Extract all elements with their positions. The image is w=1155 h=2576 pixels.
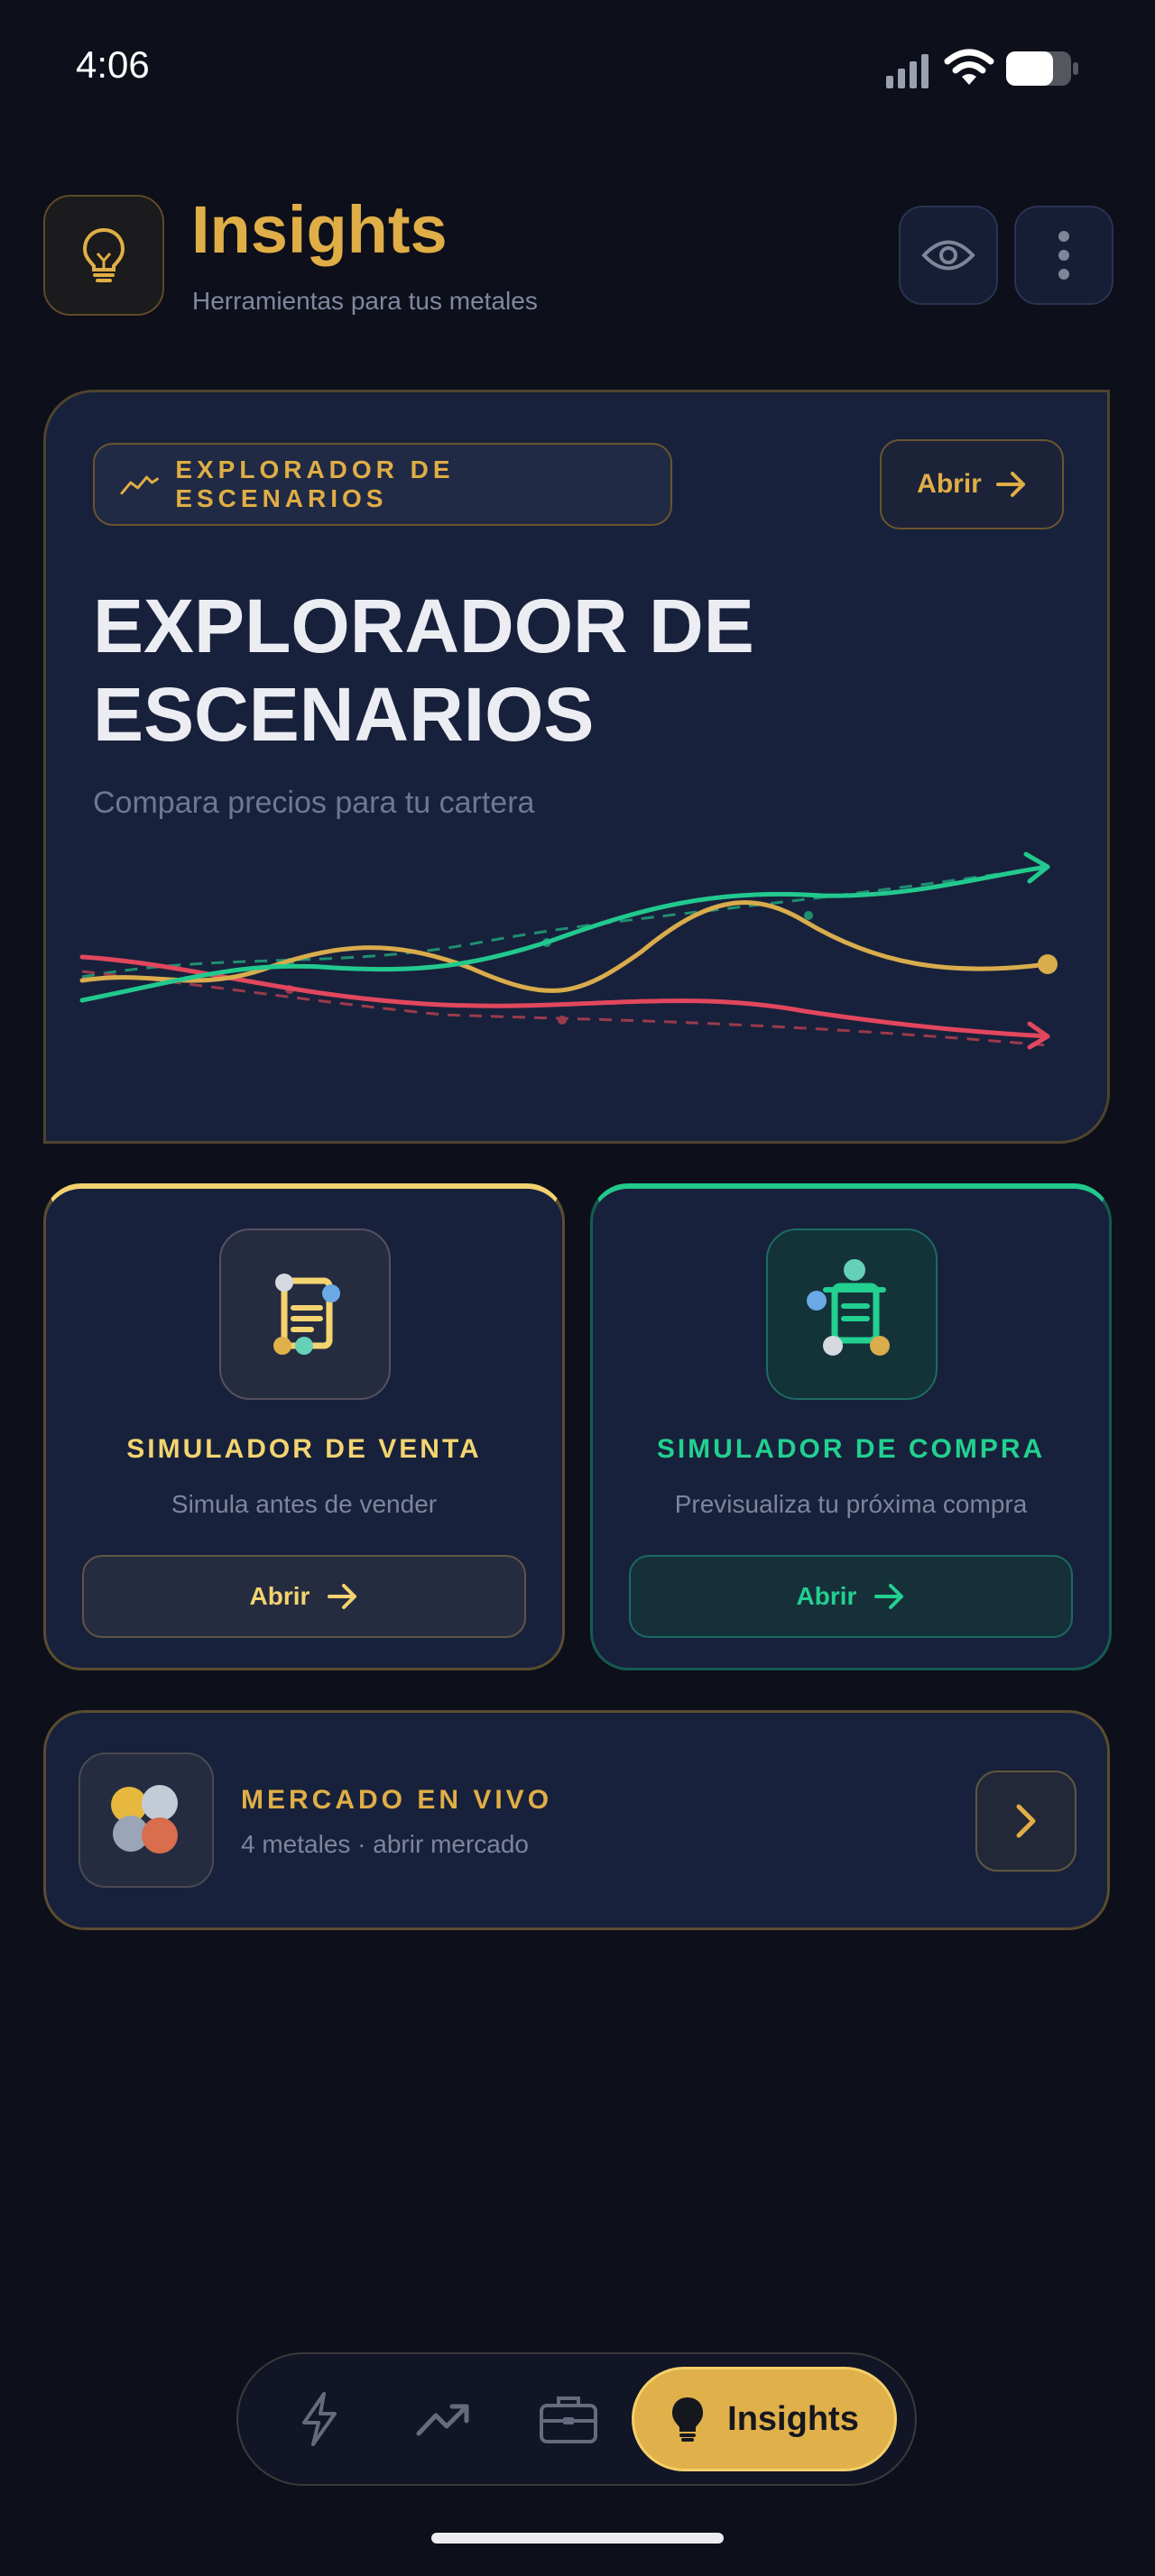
lightbulb-icon	[82, 227, 125, 282]
scenario-preview-chart	[79, 851, 1058, 1050]
briefcase-icon	[540, 2397, 597, 2443]
chevron-right-icon	[1016, 1804, 1036, 1838]
app-logo	[43, 195, 164, 316]
trending-up-icon	[416, 2404, 469, 2436]
nav-item-insights[interactable]: Insights	[632, 2367, 897, 2471]
buy-simulator-open-button[interactable]: Abrir	[629, 1555, 1073, 1638]
more-vertical-icon	[1058, 231, 1069, 280]
live-market-subtitle: 4 metales · abrir mercado	[241, 1830, 530, 1858]
sell-simulator-icon-box	[219, 1228, 391, 1400]
lightbulb-icon	[672, 2397, 704, 2442]
nav-insights-label: Insights	[727, 2399, 859, 2438]
arrow-right-icon	[328, 1584, 357, 1609]
series-line-red	[79, 954, 1050, 1039]
buy-simulator-icon-box	[766, 1228, 938, 1400]
sell-open-label: Abrir	[249, 1582, 310, 1610]
scenario-explorer-tag-label: EXPLORADOR DE ESCENARIOS	[175, 455, 455, 512]
sell-simulator-open-button[interactable]: Abrir	[82, 1555, 526, 1638]
scenario-explorer-tag: EXPLORADOR DE ESCENARIOS	[93, 443, 672, 526]
nav-item-flash[interactable]	[276, 2376, 363, 2462]
buy-open-label: Abrir	[796, 1582, 857, 1610]
more-options-button[interactable]	[1014, 206, 1113, 305]
hero-subtitle: Compara precios para tu cartera	[93, 786, 535, 820]
signal-icon	[886, 54, 929, 88]
arrow-right-icon	[874, 1584, 904, 1609]
buy-simulator-subtitle: Previsualiza tu próxima compra	[674, 1490, 1028, 1518]
open-button-label: Abrir	[917, 469, 982, 499]
wifi-icon	[944, 49, 994, 85]
arrow-right-icon	[995, 472, 1025, 497]
sell-simulator-subtitle: Simula antes de vender	[171, 1490, 438, 1518]
sell-document-icon	[273, 1274, 340, 1355]
series-line-gold	[79, 900, 1050, 993]
live-market-title: MERCADO EN VIVO	[241, 1785, 553, 1815]
home-indicator[interactable]	[431, 2533, 724, 2544]
page-title: Insights	[191, 192, 448, 267]
battery-icon	[1006, 51, 1078, 86]
metals-icon-box	[79, 1753, 214, 1888]
nav-item-markets[interactable]	[401, 2376, 487, 2462]
series-end-marker	[1038, 954, 1058, 974]
buy-simulator-card[interactable]: SIMULADOR DE COMPRA Previsualiza tu próx…	[590, 1183, 1112, 1670]
bolt-icon	[302, 2392, 337, 2446]
metals-circles-icon	[111, 1785, 178, 1854]
buy-cart-icon	[807, 1259, 890, 1356]
trend-line-icon	[120, 475, 159, 495]
live-market-card[interactable]: MERCADO EN VIVO 4 metales · abrir mercad…	[43, 1710, 1110, 1930]
nav-item-portfolio[interactable]	[525, 2376, 612, 2462]
hero-title: EXPLORADOR DE ESCENARIOS	[93, 584, 754, 757]
buy-simulator-title: SIMULADOR DE COMPRA	[656, 1434, 1046, 1464]
sell-simulator-card[interactable]: SIMULADOR DE VENTA Simula antes de vende…	[43, 1183, 565, 1670]
scenario-explorer-card[interactable]: EXPLORADOR DE ESCENARIOS Abrir EXPLORADO…	[43, 390, 1110, 1144]
bottom-navigation: Insights	[236, 2352, 917, 2486]
live-market-open-button[interactable]	[975, 1771, 1076, 1872]
eye-icon	[921, 240, 975, 271]
sell-simulator-title: SIMULADOR DE VENTA	[126, 1434, 482, 1464]
scenario-explorer-open-button[interactable]: Abrir	[880, 439, 1064, 529]
visibility-toggle-button[interactable]	[899, 206, 998, 305]
status-time: 4:06	[76, 43, 150, 86]
page-subtitle: Herramientas para tus metales	[192, 287, 538, 315]
